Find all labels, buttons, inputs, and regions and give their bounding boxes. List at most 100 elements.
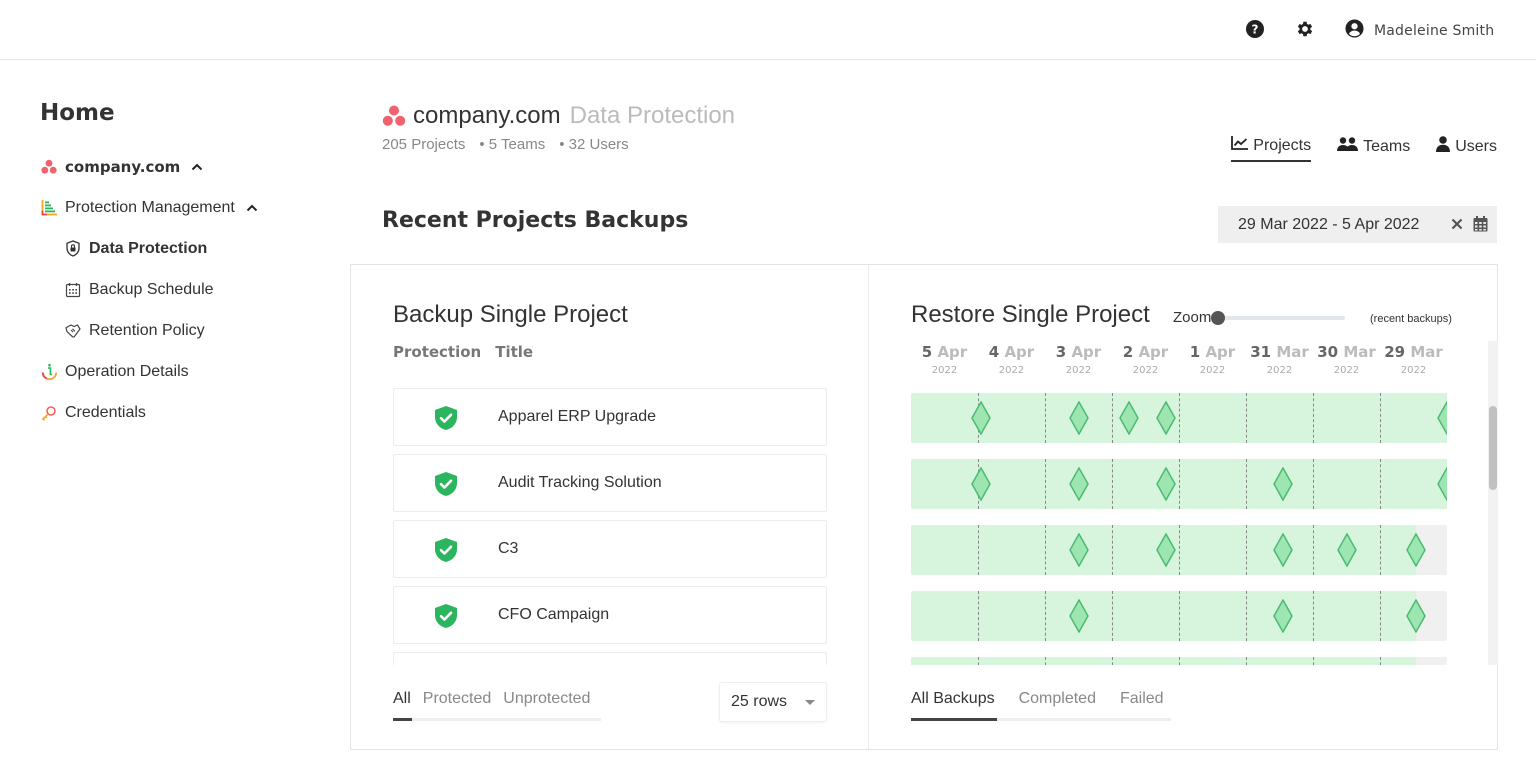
project-row[interactable]: Apparel ERP Upgrade <box>393 388 827 446</box>
day-gridline <box>1112 591 1113 641</box>
sidebar: Home company.com Protection Management D… <box>40 100 330 433</box>
day-gridline <box>978 657 979 665</box>
timeline-row[interactable] <box>911 525 1447 575</box>
chevron-up-icon[interactable] <box>190 160 204 174</box>
backup-point-icon[interactable] <box>1155 401 1176 435</box>
close-icon[interactable] <box>1450 217 1464 231</box>
page-name: Data Protection <box>569 102 736 129</box>
user-menu[interactable]: Madeleine Smith <box>1345 19 1494 43</box>
backup-status-tabs: All Backups Completed Failed <box>911 690 1164 708</box>
backup-point-icon[interactable] <box>971 401 992 435</box>
day-gridline <box>1313 591 1314 641</box>
tab-projects[interactable]: Projects <box>1231 136 1312 162</box>
backup-point-icon[interactable] <box>1406 533 1427 567</box>
day-gridline <box>1380 591 1381 641</box>
top-bar: ? Madeleine Smith <box>0 0 1536 60</box>
filter-tab-all[interactable]: All <box>393 690 411 716</box>
backup-point-icon[interactable] <box>1272 599 1293 633</box>
timeline-row[interactable] <box>911 459 1447 509</box>
date-day: 30 <box>1317 343 1344 361</box>
project-row[interactable]: C3 <box>393 520 827 578</box>
status-tab-completed[interactable]: Completed <box>1019 690 1096 708</box>
sidebar-item-retention-policy[interactable]: Retention Policy <box>40 310 330 351</box>
backup-point-icon[interactable] <box>1155 467 1176 501</box>
project-row[interactable] <box>393 652 827 665</box>
day-gridline <box>1246 393 1247 443</box>
filter-tab-unprotected[interactable]: Unprotected <box>503 690 590 716</box>
day-gridline <box>1045 591 1046 641</box>
sidebar-item-data-protection[interactable]: Data Protection <box>40 228 330 269</box>
backup-point-icon[interactable] <box>1118 401 1139 435</box>
date-range-picker[interactable]: 29 Mar 2022 - 5 Apr 2022 <box>1218 206 1497 243</box>
backup-point-icon[interactable] <box>1437 401 1447 435</box>
timeline-row[interactable] <box>911 591 1447 641</box>
info-icon <box>40 363 58 381</box>
day-gridline <box>1179 459 1180 509</box>
day-gridline <box>1380 657 1381 665</box>
day-gridline <box>1045 657 1046 665</box>
gear-icon[interactable] <box>1295 19 1315 39</box>
day-gridline <box>1380 393 1381 443</box>
svg-text:?: ? <box>1252 23 1259 37</box>
timeline-row[interactable] <box>911 657 1447 665</box>
date-label: 4 Apr <box>978 343 1045 361</box>
date-month: Mar <box>1410 343 1443 361</box>
backup-point-icon[interactable] <box>1406 599 1427 633</box>
calendar-icon <box>64 281 82 299</box>
shield-lock-icon <box>64 240 82 258</box>
backup-point-icon[interactable] <box>1068 401 1089 435</box>
project-title: Audit Tracking Solution <box>498 474 662 491</box>
backup-point-icon[interactable] <box>1068 599 1089 633</box>
backup-point-icon[interactable] <box>1437 467 1447 501</box>
backup-point-icon[interactable] <box>1155 533 1176 567</box>
date-day: 5 <box>921 343 938 361</box>
zoom-slider-thumb[interactable] <box>1211 310 1226 325</box>
backup-point-icon[interactable] <box>1336 533 1357 567</box>
protected-shield-icon <box>435 604 457 628</box>
rows-per-page-select[interactable]: 25 rows <box>719 682 827 722</box>
date-label: 30 Mar <box>1313 343 1380 361</box>
sidebar-item-operation-details[interactable]: Operation Details <box>40 351 330 392</box>
org-stats: 205 Projects • 5 Teams • 32 Users <box>382 136 735 153</box>
help-icon[interactable]: ? <box>1245 19 1265 39</box>
column-header-protection[interactable]: Protection <box>393 343 481 361</box>
backup-point-icon[interactable] <box>1068 533 1089 567</box>
day-gridline <box>1045 393 1046 443</box>
sidebar-item-label: Backup Schedule <box>89 280 214 298</box>
backup-timeline[interactable] <box>911 393 1447 665</box>
backup-point-icon[interactable] <box>1272 467 1293 501</box>
tab-teams[interactable]: Teams <box>1337 136 1410 162</box>
line-chart-icon <box>1231 136 1249 155</box>
date-year: 2022 <box>1400 365 1427 376</box>
status-tab-all-backups[interactable]: All Backups <box>911 690 995 708</box>
filter-tab-protected[interactable]: Protected <box>423 690 491 716</box>
day-gridline <box>1380 459 1381 509</box>
day-gridline <box>1112 393 1113 443</box>
users-count: • 32 Users <box>559 136 629 153</box>
backup-point-icon[interactable] <box>971 467 992 501</box>
backup-point-icon[interactable] <box>1272 533 1293 567</box>
sidebar-item-credentials[interactable]: Credentials <box>40 392 330 433</box>
day-gridline <box>1313 657 1314 665</box>
column-header-title[interactable]: Title <box>495 343 533 361</box>
chevron-up-icon[interactable] <box>245 201 259 215</box>
tab-users[interactable]: Users <box>1436 136 1497 162</box>
sidebar-item-org[interactable]: company.com <box>40 146 330 187</box>
project-list[interactable]: Apparel ERP Upgrade Audit Tracking Solut… <box>393 388 827 665</box>
project-row[interactable]: Audit Tracking Solution <box>393 454 827 512</box>
panel-divider <box>868 265 869 749</box>
column-headers: Protection Title <box>393 343 533 361</box>
users-icon <box>1337 137 1359 156</box>
calendar-icon[interactable] <box>1473 216 1488 232</box>
date-year: 2022 <box>1199 365 1226 376</box>
status-tab-failed[interactable]: Failed <box>1120 690 1164 708</box>
org-name: company.com <box>413 102 561 129</box>
backup-point-icon[interactable] <box>1068 467 1089 501</box>
zoom-slider[interactable] <box>1211 310 1346 325</box>
sidebar-item-protection-management[interactable]: Protection Management <box>40 187 330 228</box>
timeline-scrollbar-track[interactable] <box>1488 341 1498 665</box>
timeline-row[interactable] <box>911 393 1447 443</box>
sidebar-item-backup-schedule[interactable]: Backup Schedule <box>40 269 330 310</box>
project-row[interactable]: CFO Campaign <box>393 586 827 644</box>
timeline-scrollbar-thumb[interactable] <box>1489 406 1497 490</box>
